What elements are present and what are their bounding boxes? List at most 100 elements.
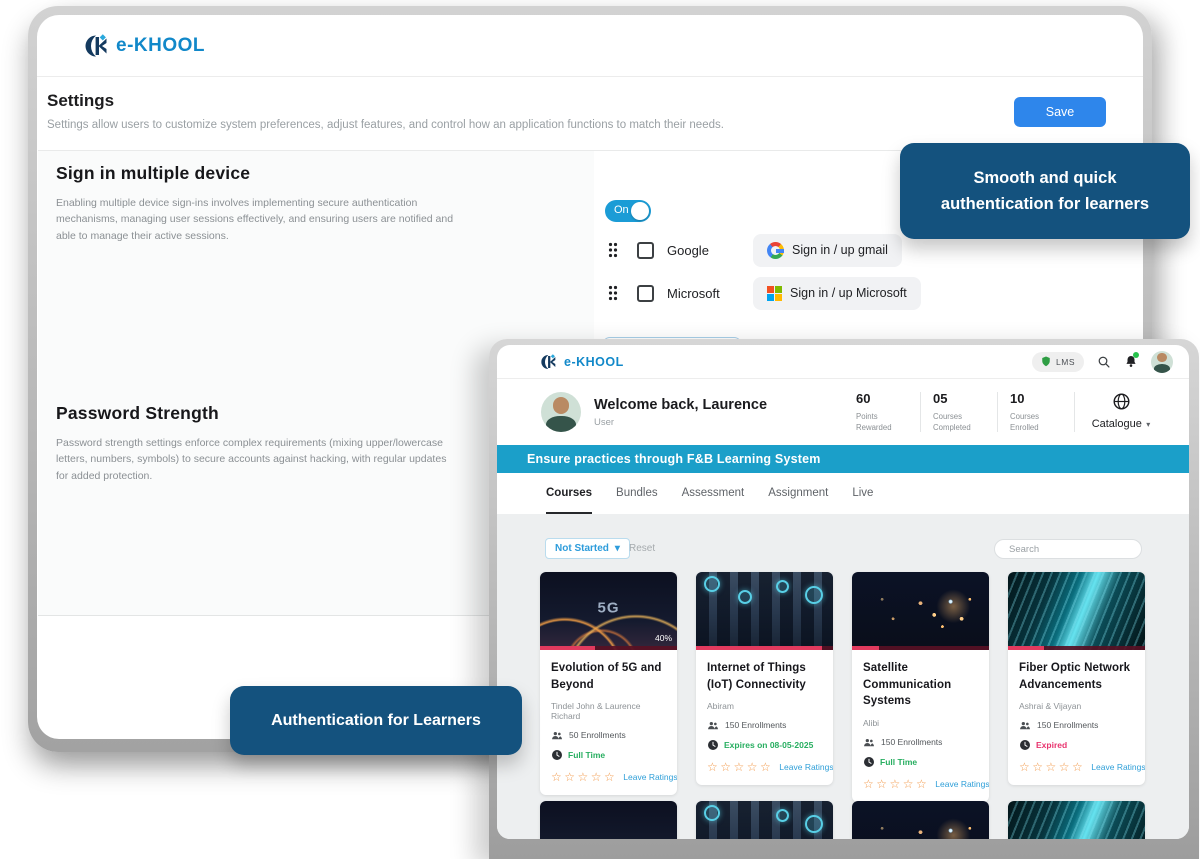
- google-icon: [767, 242, 784, 259]
- course-card-iot[interactable]: Internet of Things (IoT) Connectivity Ab…: [696, 572, 833, 785]
- catalogue-label: Catalogue: [1092, 418, 1142, 430]
- leave-ratings-link[interactable]: Leave Ratings: [779, 762, 833, 772]
- section-desc-multi-device: Enabling multiple device sign-ins involv…: [56, 195, 454, 244]
- status-filter-value: Not Started: [555, 543, 609, 554]
- course-enrollments: 150 Enrollments: [1019, 720, 1134, 730]
- course-card-fiber[interactable]: Fiber Optic Network Advancements Ashrai …: [1008, 572, 1145, 785]
- course-rating-row: ☆☆☆☆☆ Leave Ratings: [863, 778, 978, 790]
- section-title-multi-device: Sign in multiple device: [56, 163, 250, 184]
- course-instructor: Ashrai & Vijayan: [1019, 701, 1134, 711]
- microsoft-signin-button[interactable]: Sign in / up Microsoft: [753, 277, 921, 310]
- stat-courses-enrolled: 10 CoursesEnrolled: [998, 391, 1074, 434]
- search-input[interactable]: [1009, 544, 1141, 555]
- ekhool-logo-icon: [85, 34, 109, 58]
- google-label: Google: [667, 243, 755, 258]
- provider-row-microsoft: Microsoft Sign in / up Microsoft: [608, 276, 755, 310]
- google-signin-button[interactable]: Sign in / up gmail: [753, 234, 902, 267]
- course-card-partial[interactable]: [696, 801, 833, 839]
- people-icon: [1019, 721, 1032, 730]
- course-card-partial[interactable]: [540, 801, 677, 839]
- settings-titlebar: Settings Settings allow users to customi…: [37, 77, 1143, 131]
- progress-percent-label: 40%: [655, 633, 672, 643]
- shield-icon: [1041, 356, 1051, 367]
- user-avatar[interactable]: [541, 392, 581, 432]
- course-card-partial[interactable]: [1008, 801, 1145, 839]
- course-instructor: Abiram: [707, 701, 822, 711]
- ekhool-logo: e-KHOOL: [85, 34, 205, 58]
- google-checkbox[interactable]: [637, 242, 654, 259]
- leave-ratings-link[interactable]: Leave Ratings: [1091, 762, 1145, 772]
- course-card-5g[interactable]: 5G 40% Evolution of 5G and Beyond Tindel…: [540, 572, 677, 795]
- clock-icon: [707, 739, 719, 751]
- thumbnail-overlay-text: 5G: [597, 599, 619, 616]
- welcome-row: Welcome back, Laurence User 60 PointsRew…: [497, 379, 1189, 445]
- course-status: Full Time: [551, 749, 666, 761]
- catalogue-dropdown[interactable]: Catalogue ▾: [1075, 392, 1167, 432]
- leave-ratings-link[interactable]: Leave Ratings: [935, 779, 989, 789]
- course-thumbnail: 5G 40%: [540, 572, 677, 650]
- course-thumbnail: [696, 801, 833, 839]
- stat-points: 60 PointsRewarded: [844, 391, 920, 434]
- tab-assignment[interactable]: Assignment: [768, 473, 828, 514]
- people-icon: [707, 721, 720, 730]
- microsoft-checkbox[interactable]: [637, 285, 654, 302]
- ekhool-logo-icon: [541, 354, 557, 370]
- search-button[interactable]: [1097, 355, 1111, 369]
- course-thumbnail: [540, 801, 677, 839]
- status-filter-dropdown[interactable]: Not Started ▾: [545, 538, 630, 559]
- star-rating[interactable]: ☆☆☆☆☆: [1019, 761, 1085, 773]
- course-card-partial[interactable]: [852, 801, 989, 839]
- progress-bar: [540, 646, 677, 650]
- callout-smooth-authentication: Smooth and quick authentication for lear…: [900, 143, 1190, 239]
- google-signin-label: Sign in / up gmail: [792, 243, 888, 257]
- lms-window: e-KHOOL LMS: [497, 345, 1189, 839]
- tab-courses[interactable]: Courses: [546, 473, 592, 514]
- search-box[interactable]: [994, 539, 1142, 559]
- clock-icon: [1019, 739, 1031, 751]
- save-button[interactable]: Save: [1014, 97, 1106, 127]
- iot-node-icon: [805, 815, 823, 833]
- stats-strip: 60 PointsRewarded 05 CoursesCompleted 10…: [844, 391, 1167, 434]
- course-grid: 5G 40% Evolution of 5G and Beyond Tindel…: [540, 572, 1145, 802]
- page-subtitle: Settings allow users to customize system…: [47, 119, 1143, 131]
- leave-ratings-link[interactable]: Leave Ratings: [623, 772, 677, 782]
- notification-dot: [1133, 352, 1139, 358]
- topbar-actions: LMS: [1032, 351, 1173, 373]
- course-thumbnail: [852, 801, 989, 839]
- notifications-button[interactable]: [1124, 354, 1138, 369]
- star-rating[interactable]: ☆☆☆☆☆: [707, 761, 773, 773]
- microsoft-icon: [767, 286, 782, 301]
- provider-row-google: Google Sign in / up gmail: [608, 233, 755, 267]
- ekhool-logo: e-KHOOL: [541, 354, 624, 370]
- drag-handle-icon[interactable]: [608, 285, 618, 301]
- course-thumbnail: [852, 572, 989, 650]
- avatar[interactable]: [1151, 351, 1173, 373]
- course-thumbnail: [1008, 801, 1145, 839]
- iot-node-icon: [776, 580, 789, 593]
- course-status: Full Time: [863, 756, 978, 768]
- user-role: User: [594, 417, 767, 428]
- section-title-password-strength: Password Strength: [56, 403, 219, 424]
- tab-assessment[interactable]: Assessment: [682, 473, 745, 514]
- search-icon: [1097, 355, 1111, 369]
- tab-live[interactable]: Live: [852, 473, 873, 514]
- star-rating[interactable]: ☆☆☆☆☆: [863, 778, 929, 790]
- clock-icon: [551, 749, 563, 761]
- course-title: Evolution of 5G and Beyond: [551, 660, 666, 693]
- course-card-satellite[interactable]: Satellite Communication Systems Alibi 15…: [852, 572, 989, 802]
- course-status: Expired: [1019, 739, 1134, 751]
- tab-bundles[interactable]: Bundles: [616, 473, 658, 514]
- course-rating-row: ☆☆☆☆☆ Leave Ratings: [551, 771, 666, 783]
- course-enrollments: 150 Enrollments: [707, 720, 822, 730]
- reset-link[interactable]: Reset: [629, 543, 655, 554]
- multi-device-toggle[interactable]: On: [605, 200, 651, 222]
- microsoft-signin-label: Sign in / up Microsoft: [790, 286, 907, 300]
- ekhool-logo-text: e-KHOOL: [116, 35, 205, 57]
- star-rating[interactable]: ☆☆☆☆☆: [551, 771, 617, 783]
- drag-handle-icon[interactable]: [608, 242, 618, 258]
- course-rating-row: ☆☆☆☆☆ Leave Ratings: [1019, 761, 1134, 773]
- iot-node-icon: [704, 576, 720, 592]
- chevron-down-icon: ▾: [1146, 420, 1150, 429]
- lms-badge[interactable]: LMS: [1032, 352, 1084, 372]
- settings-header: e-KHOOL: [37, 15, 1143, 77]
